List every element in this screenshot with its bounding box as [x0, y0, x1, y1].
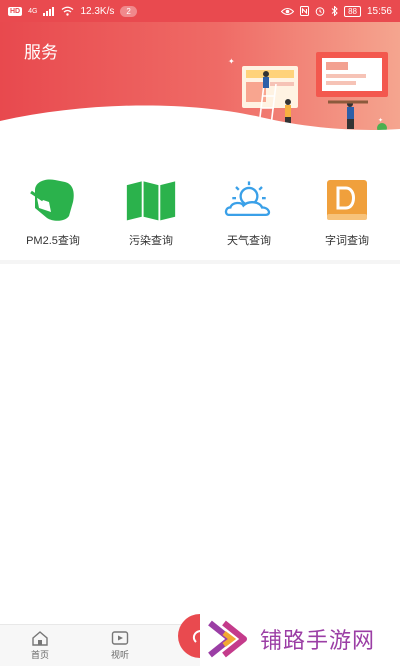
play-icon — [111, 631, 129, 645]
clock: 15:56 — [366, 5, 392, 17]
service-pollution[interactable]: 污染查询 — [106, 178, 196, 258]
service-pm25[interactable]: PM2.5查询 — [8, 178, 98, 258]
section-divider — [0, 260, 400, 264]
page-title: 服务 — [24, 43, 58, 62]
net-speed: 12.3K/s — [80, 5, 115, 17]
tab-home[interactable]: 首页 — [20, 630, 60, 661]
watermark-text: 铺路手游网 — [260, 629, 376, 654]
network-type: 4G — [28, 7, 38, 15]
watermark: 铺路手游网 — [200, 612, 400, 666]
service-label: 字词查询 — [325, 235, 369, 247]
eye-icon — [281, 7, 295, 15]
tab-media-label: 视听 — [110, 650, 129, 660]
nfc-icon — [300, 6, 310, 16]
service-label: 污染查询 — [129, 235, 173, 247]
status-right: 88 15:56 — [281, 5, 392, 17]
signal-icon — [43, 6, 55, 16]
alarm-icon — [315, 7, 325, 16]
service-grid: PM2.5查询 污染查询 天气查询 字词查询 — [0, 178, 400, 258]
service-dictionary[interactable]: 字词查询 — [302, 178, 392, 258]
battery-indicator: 88 — [344, 5, 361, 17]
svg-text:✦: ✦ — [228, 57, 235, 66]
hd-badge: HD — [8, 6, 23, 16]
wifi-icon — [62, 6, 74, 16]
bluetooth-icon — [331, 6, 338, 16]
status-left: HD 4G 12.3K/s 2 — [8, 5, 137, 17]
weather-icon — [223, 178, 275, 222]
header-banner: 服务 ✦ ✦ — [0, 22, 400, 132]
watermark-logo-icon — [208, 620, 247, 658]
dictionary-icon — [321, 178, 373, 222]
tab-home-label: 首页 — [30, 650, 49, 660]
service-weather[interactable]: 天气查询 — [204, 178, 294, 258]
tab-media[interactable]: 视听 — [100, 630, 140, 661]
mask-icon — [27, 178, 79, 222]
status-bar: HD 4G 12.3K/s 2 88 15:56 — [0, 0, 400, 22]
map-icon — [125, 178, 177, 222]
header-wave — [0, 105, 400, 132]
notification-pill: 2 — [120, 5, 137, 17]
service-label: PM2.5查询 — [26, 235, 80, 247]
home-icon — [32, 631, 48, 646]
service-label: 天气查询 — [227, 235, 271, 247]
